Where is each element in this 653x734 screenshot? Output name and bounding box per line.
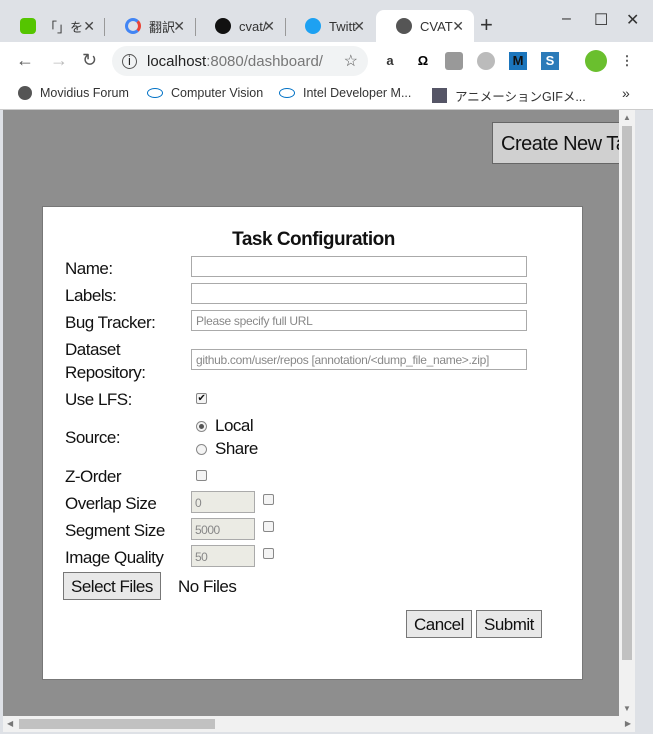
- bookmark-star-icon[interactable]: ☆: [344, 51, 358, 71]
- camera-extension-icon[interactable]: [445, 52, 463, 70]
- task-configuration-dialog: Task Configuration Name: Labels: Bug Tra…: [42, 206, 583, 680]
- vertical-scroll-thumb[interactable]: [622, 126, 632, 660]
- close-tab-icon[interactable]: ✕: [263, 18, 275, 35]
- bug-tracker-label: Bug Tracker:: [65, 313, 156, 332]
- bookmark-item[interactable]: アニメーションGIFメ...: [432, 86, 586, 105]
- s-extension-icon[interactable]: S: [541, 52, 559, 70]
- twitter-icon: [305, 18, 321, 34]
- globe-icon: [18, 86, 32, 100]
- source-share-radio[interactable]: [196, 444, 207, 455]
- dialog-title: Task Configuration: [232, 229, 395, 250]
- scroll-up-icon[interactable]: ▲: [623, 113, 631, 122]
- hexagon-extension-icon[interactable]: [477, 52, 495, 70]
- more-bookmarks-icon[interactable]: »: [622, 85, 630, 101]
- forward-icon[interactable]: →: [50, 50, 68, 71]
- info-icon[interactable]: i: [122, 53, 137, 69]
- image-quality-checkbox[interactable]: [263, 548, 274, 559]
- bookmarks-bar: Movidius Forum Computer Vision Intel Dev…: [0, 80, 653, 110]
- github-icon: [215, 18, 231, 34]
- minimize-button[interactable]: –: [562, 10, 571, 28]
- bookmark-item[interactable]: Computer Vision: [147, 86, 263, 100]
- intel-icon: [279, 88, 295, 98]
- browser-tab[interactable]: cvat/✕: [195, 10, 285, 42]
- close-tab-icon[interactable]: ✕: [452, 18, 464, 35]
- z-order-label: Z-Order: [65, 467, 122, 486]
- use-lfs-label: Use LFS:: [65, 390, 132, 409]
- globe-icon: [396, 18, 412, 34]
- intel-icon: [147, 88, 163, 98]
- dataset-repository-input[interactable]: github.com/user/repos [annotation/<dump_…: [191, 349, 527, 370]
- overlap-size-checkbox[interactable]: [263, 494, 274, 505]
- scroll-down-icon[interactable]: ▼: [623, 704, 631, 713]
- segment-size-label: Segment Size: [65, 521, 165, 540]
- new-tab-button[interactable]: +: [480, 12, 493, 38]
- close-tab-icon[interactable]: ✕: [173, 18, 185, 35]
- maximize-button[interactable]: ☐: [594, 10, 608, 30]
- close-tab-icon[interactable]: ✕: [83, 18, 95, 35]
- dashboard-page: Create New Task Task Configuration Name:…: [3, 110, 619, 716]
- browser-tab-active[interactable]: CVAT ✕: [376, 10, 474, 42]
- browser-toolbar: ← → ↻ i localhost:8080/dashboard/ ☆ a Ω …: [0, 42, 653, 80]
- profile-avatar[interactable]: [585, 50, 607, 72]
- repository-label: Repository:: [65, 363, 146, 382]
- source-local-label: Local: [215, 416, 254, 435]
- horizontal-scroll-thumb[interactable]: [19, 719, 215, 729]
- labels-label: Labels:: [65, 286, 117, 305]
- overlap-size-input[interactable]: 0: [191, 491, 255, 513]
- scroll-right-icon[interactable]: ▶: [625, 719, 631, 728]
- amazon-extension-icon[interactable]: a: [381, 52, 399, 70]
- image-quality-input[interactable]: 50: [191, 545, 255, 567]
- browser-tab[interactable]: 「」を ✕: [0, 10, 105, 42]
- source-local-radio[interactable]: [196, 421, 207, 432]
- select-files-button[interactable]: Select Files: [63, 572, 161, 600]
- z-order-checkbox[interactable]: [196, 470, 207, 481]
- source-label: Source:: [65, 428, 121, 447]
- address-bar[interactable]: i localhost:8080/dashboard/ ☆: [112, 46, 368, 76]
- bookmark-item[interactable]: Movidius Forum: [18, 86, 129, 100]
- create-new-task-button[interactable]: Create New Task: [492, 122, 619, 164]
- use-lfs-checkbox[interactable]: ✔: [196, 393, 207, 404]
- scroll-left-icon[interactable]: ◀: [7, 719, 13, 728]
- close-tab-icon[interactable]: ✕: [353, 18, 365, 35]
- close-window-button[interactable]: ✕: [626, 10, 639, 30]
- back-icon[interactable]: ←: [16, 50, 34, 71]
- segment-size-input[interactable]: 5000: [191, 518, 255, 540]
- source-share-label: Share: [215, 439, 258, 458]
- reload-icon[interactable]: ↻: [82, 50, 97, 71]
- google-icon: [125, 18, 141, 34]
- segment-size-checkbox[interactable]: [263, 521, 274, 532]
- overlap-size-label: Overlap Size: [65, 494, 157, 513]
- labels-input[interactable]: [191, 283, 527, 304]
- menu-icon[interactable]: ⋮: [618, 52, 636, 70]
- image-quality-label: Image Quality: [65, 548, 164, 567]
- bookmark-item[interactable]: Intel Developer M...: [279, 86, 411, 100]
- film-icon: [432, 88, 447, 103]
- browser-tab[interactable]: Twitt ✕: [285, 10, 375, 42]
- dataset-label: Dataset: [65, 340, 121, 359]
- horizontal-scrollbar[interactable]: ◀ ▶: [3, 716, 635, 732]
- name-label: Name:: [65, 259, 113, 278]
- bug-tracker-input[interactable]: Please specify full URL: [191, 310, 527, 331]
- vertical-scrollbar[interactable]: ▲ ▼: [619, 110, 635, 716]
- address-host: localhost: [147, 52, 207, 70]
- name-input[interactable]: [191, 256, 527, 277]
- address-path: :8080/dashboard/: [206, 52, 323, 70]
- cancel-button[interactable]: Cancel: [406, 610, 472, 638]
- browser-tab[interactable]: 翻訳 ✕: [105, 10, 195, 42]
- tab-strip: 「」を ✕ 翻訳 ✕ cvat/✕ Twitt ✕ CVAT ✕ + – ☐ ✕: [0, 0, 653, 42]
- github-extension-icon[interactable]: Ω: [414, 52, 432, 70]
- qiita-icon: [20, 18, 36, 34]
- submit-button[interactable]: Submit: [476, 610, 542, 638]
- m-extension-icon[interactable]: M: [509, 52, 527, 70]
- files-status: No Files: [178, 577, 237, 596]
